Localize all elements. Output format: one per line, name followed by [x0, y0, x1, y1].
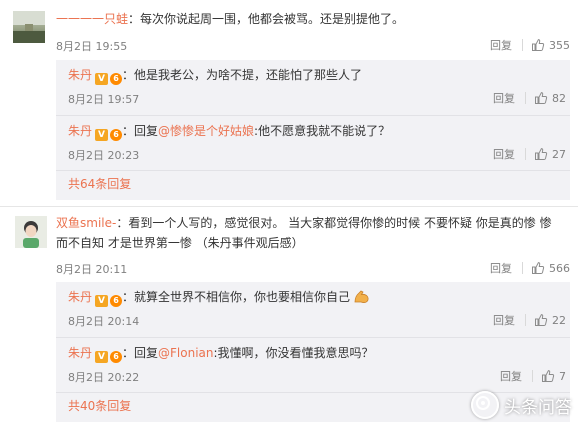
reply-actions: 回复 22 — [493, 310, 566, 330]
thumbs-up-icon — [542, 370, 555, 382]
like-button[interactable]: 82 — [534, 91, 566, 105]
username-link[interactable]: 朱丹 — [68, 68, 92, 82]
reply-button[interactable]: 回复 — [493, 90, 525, 106]
like-button[interactable]: 7 — [541, 369, 566, 383]
reply-body: :我懂啊，你没看懂我意思吗？ — [213, 346, 374, 360]
comment-text: 一一一一只蛙：每次你说起周一围，他都会被骂。还是别提他了。 — [56, 9, 560, 29]
thumbs-up-icon — [535, 314, 548, 326]
divider — [56, 170, 570, 171]
view-more-replies-link[interactable]: 共64条回复 — [68, 174, 131, 194]
watermark-text: 头条问答 — [504, 397, 572, 418]
divider — [525, 92, 526, 104]
comment-actions: 回复 355 — [490, 35, 570, 55]
divider — [525, 314, 526, 326]
reply-button[interactable]: 回复 — [493, 312, 525, 328]
verified-badge-icon: V — [95, 351, 109, 363]
view-more-replies-link[interactable]: 共40条回复 — [68, 396, 131, 416]
like-button[interactable]: 355 — [531, 38, 570, 52]
reply-item: 朱丹 V 6 ：回复@惨惨是个好姑娘:他不愿意我就不能说了？ 8月2日 20:23 回… — [56, 116, 570, 170]
verified-badge-icon: V — [95, 129, 109, 141]
username-link[interactable]: 朱丹 — [68, 290, 92, 304]
verified-badge-icon: V — [95, 73, 109, 85]
reply-item: 朱丹 V 6 ：就算全世界不相信你，你也要相信你自己 8月2日 20:14 回复 22 — [56, 282, 570, 337]
vip-level-icon: 6 — [110, 129, 123, 141]
divider — [532, 370, 533, 382]
like-count: 566 — [549, 261, 570, 275]
username-link[interactable]: 一一一一只蛙 — [56, 12, 128, 26]
reply-button[interactable]: 回复 — [490, 37, 522, 53]
username-link[interactable]: 双鱼smile- — [56, 216, 116, 230]
reply-actions: 回复 82 — [493, 88, 566, 108]
divider — [525, 148, 526, 160]
mention-link[interactable]: @Flonian — [158, 346, 213, 360]
username-link[interactable]: 朱丹 — [68, 346, 92, 360]
reply-panel: 朱丹 V 6 ：他是我老公，为啥不提，还能怕了那些人了 8月2日 19:57 回复 8… — [56, 60, 570, 200]
timestamp: 8月2日 19:57 — [68, 93, 140, 106]
reply-body: ：他是我老公，为啥不提，还能怕了那些人了 — [122, 68, 363, 82]
comment-body: ：看到一个人写的，感觉很对。 当大家都觉得你惨的时候 不要怀疑 你是真的惨 惨而… — [56, 216, 552, 250]
reply-text: 朱丹 V 6 ：回复@Flonian:我懂啊，你没看懂我意思吗？ — [68, 343, 560, 363]
like-button[interactable]: 27 — [534, 147, 566, 161]
timestamp: 8月2日 20:14 — [68, 315, 140, 328]
reply-button[interactable]: 回复 — [493, 146, 525, 162]
comment-thread-1: 一一一一只蛙：每次你说起周一围，他都会被骂。还是别提他了。 8月2日 19:55… — [0, 0, 578, 212]
thumbs-up-icon — [532, 39, 545, 51]
like-button[interactable]: 566 — [531, 261, 570, 275]
reply-button[interactable]: 回复 — [500, 368, 532, 384]
vip-level-icon: 6 — [110, 73, 123, 85]
divider — [522, 262, 523, 274]
thumbs-up-icon — [532, 262, 545, 274]
reply-prefix: ：回复 — [122, 346, 159, 360]
timestamp: 8月2日 20:11 — [56, 263, 128, 276]
like-count: 355 — [549, 38, 570, 52]
reply-prefix: ：回复 — [122, 124, 159, 138]
comment-actions: 回复 566 — [490, 258, 570, 278]
avatar[interactable] — [13, 11, 45, 43]
watermark: 头条问答 — [471, 391, 572, 419]
mention-link[interactable]: @惨惨是个好姑娘 — [158, 124, 254, 138]
toutiao-logo-icon — [471, 391, 499, 419]
divider — [522, 39, 523, 51]
reply-button[interactable]: 回复 — [490, 260, 522, 276]
like-button[interactable]: 22 — [534, 313, 566, 327]
verified-badge-icon: V — [95, 295, 109, 307]
reply-item: 朱丹 V 6 ：他是我老公，为啥不提，还能怕了那些人了 8月2日 19:57 回复 8… — [56, 60, 570, 115]
reply-text: 朱丹 V 6 ：就算全世界不相信你，你也要相信你自己 — [68, 287, 560, 307]
vip-level-icon: 6 — [110, 351, 123, 363]
like-count: 7 — [559, 369, 566, 383]
timestamp: 8月2日 20:22 — [68, 371, 140, 384]
timestamp: 8月2日 20:23 — [68, 149, 140, 162]
username-link[interactable]: 朱丹 — [68, 124, 92, 138]
reply-body: :他不愿意我就不能说了？ — [254, 124, 391, 138]
reply-item: 朱丹 V 6 ：回复@Flonian:我懂啊，你没看懂我意思吗？ 8月2日 20:22… — [56, 338, 570, 392]
like-count: 82 — [552, 91, 566, 105]
thumbs-up-icon — [535, 148, 548, 160]
reply-actions: 回复 7 — [500, 366, 566, 386]
vip-level-icon: 6 — [110, 295, 123, 307]
reply-actions: 回复 27 — [493, 144, 566, 164]
flexed-biceps-icon — [354, 290, 369, 303]
like-count: 27 — [552, 147, 566, 161]
thumbs-up-icon — [535, 92, 548, 104]
timestamp: 8月2日 19:55 — [56, 40, 128, 53]
comment-text: 双鱼smile-：看到一个人写的，感觉很对。 当大家都觉得你惨的时候 不要怀疑 … — [56, 213, 560, 253]
reply-text: 朱丹 V 6 ：回复@惨惨是个好姑娘:他不愿意我就不能说了？ — [68, 121, 560, 141]
like-count: 22 — [552, 313, 566, 327]
comment-body: ：每次你说起周一围，他都会被骂。还是别提他了。 — [128, 12, 405, 26]
reply-text: 朱丹 V 6 ：他是我老公，为啥不提，还能怕了那些人了 — [68, 65, 560, 85]
reply-body: ：就算全世界不相信你，你也要相信你自己 — [122, 290, 351, 304]
avatar[interactable] — [15, 216, 47, 248]
